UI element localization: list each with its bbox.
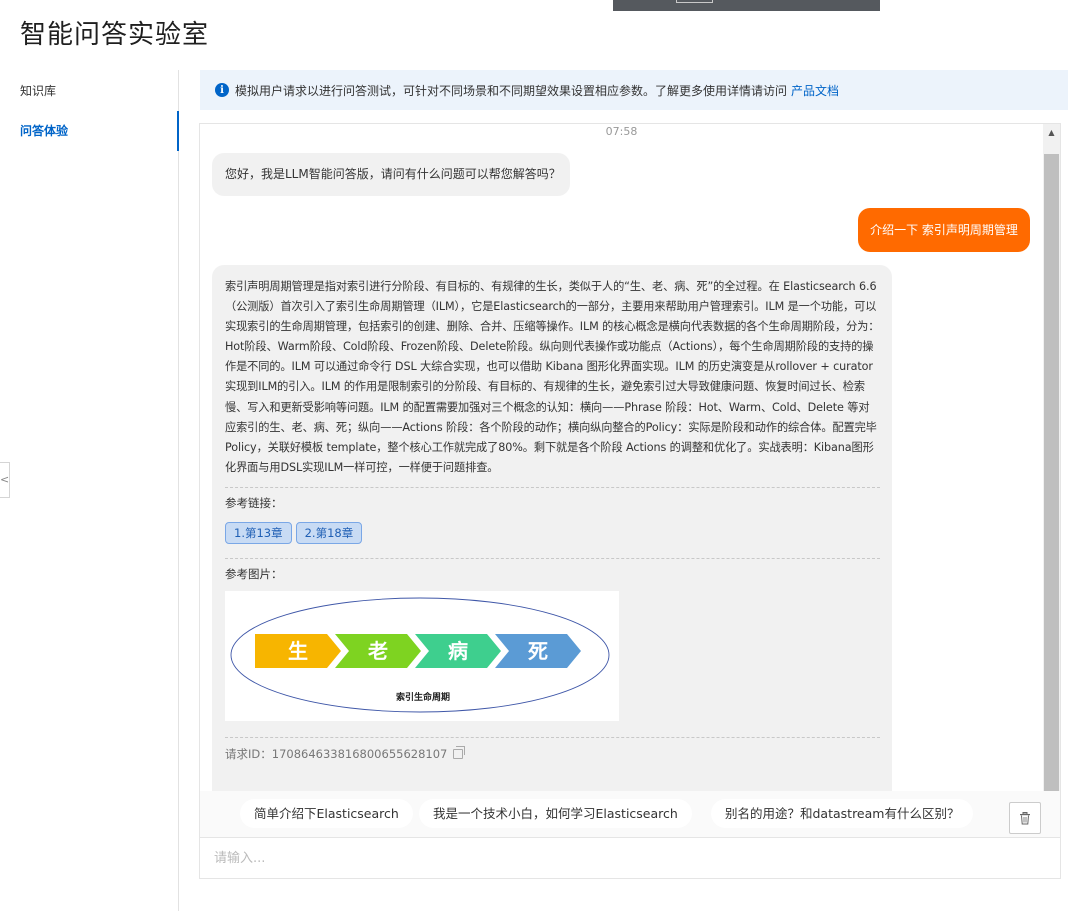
lifecycle-diagram: 生 老 病 死 索引生命周期 xyxy=(230,597,610,713)
copy-icon[interactable] xyxy=(453,745,466,759)
bot-greeting-message: 您好，我是LLM智能问答版，请问有什么问题可以帮您解答吗？ xyxy=(212,153,570,196)
reference-image[interactable]: 生 老 病 死 索引生命周期 xyxy=(225,590,619,721)
request-id-row: 请求ID： 17086463381680065562810​7 xyxy=(225,745,880,762)
answer-text: 索引声明周期管理是指对索引进行分阶段、有目标的、有规律的生长，类似于人的“生、老… xyxy=(225,280,880,474)
chat-message-list: 07:58 您好，我是LLM智能问答版，请问有什么问题可以帮您解答吗？ 介绍一下… xyxy=(200,124,1043,791)
info-notice: i 模拟用户请求以进行问答测试，可针对不同场景和不同期望效果设置相应参数。了解更… xyxy=(200,70,1068,110)
lifecycle-stage-label: 死 xyxy=(528,639,548,663)
scrollbar-thumb[interactable] xyxy=(1044,154,1059,791)
chat-input-area xyxy=(200,837,1060,878)
divider xyxy=(225,736,880,738)
sidebar-collapse-handle[interactable]: < xyxy=(0,462,10,498)
message-timestamp: 07:58 xyxy=(605,125,638,138)
divider xyxy=(225,557,880,559)
suggested-questions: 简单介绍下Elasticsearch 我是一个技术小白，如何学习Elastics… xyxy=(200,791,1060,837)
lifecycle-stage-label: 病 xyxy=(448,639,468,663)
user-message: 介绍一下 索引声明周期管理 xyxy=(858,208,1030,252)
bot-answer-message: 索引声明周期管理是指对索引进行分阶段、有目标的、有规律的生长，类似于人的“生、老… xyxy=(212,265,892,791)
sidebar-item-qa-experience[interactable]: 问答体验 xyxy=(0,111,179,151)
request-id-value: 17086463381680065562810​7 xyxy=(271,746,448,761)
lifecycle-stage-label: 老 xyxy=(368,639,388,663)
top-overlay-notch xyxy=(676,0,713,3)
top-overlay-bar xyxy=(613,0,880,11)
notice-text: 模拟用户请求以进行问答测试，可针对不同场景和不同期望效果设置相应参数。了解更多使… xyxy=(235,83,788,98)
diagram-caption: 索引生命周期 xyxy=(396,691,450,703)
reference-links-label: 参考链接： xyxy=(225,495,283,510)
reference-links: 1.第13章 2.第18章 xyxy=(225,521,880,544)
chat-panel: 07:58 您好，我是LLM智能问答版，请问有什么问题可以帮您解答吗？ 介绍一下… xyxy=(199,123,1061,879)
reference-link-chip[interactable]: 2.第18章 xyxy=(295,521,363,544)
suggested-question-chip[interactable]: 简单介绍下Elasticsearch xyxy=(240,799,413,828)
request-id-label: 请求ID： xyxy=(225,746,272,761)
chat-input[interactable] xyxy=(200,838,1060,878)
reference-link-chip[interactable]: 1.第13章 xyxy=(225,521,292,544)
suggested-question-chip[interactable]: 别名的用途？和datastream有什么区别？ xyxy=(711,799,974,828)
lifecycle-stage-label: 生 xyxy=(288,639,308,663)
trash-icon xyxy=(1020,811,1030,824)
chevron-left-icon: < xyxy=(0,473,10,486)
info-icon: i xyxy=(215,83,229,97)
page-title: 智能问答实验室 xyxy=(20,20,210,50)
suggested-question-chip[interactable]: 我是一个技术小白，如何学习Elasticsearch xyxy=(419,799,692,828)
scroll-up-arrow-icon[interactable]: ▲ xyxy=(1043,126,1060,140)
divider xyxy=(225,486,880,488)
chat-scrollbar[interactable]: ▲ xyxy=(1043,124,1060,791)
sidebar-item-knowledge-base[interactable]: 知识库 xyxy=(0,71,179,111)
product-docs-link[interactable]: 产品文档 xyxy=(791,82,839,99)
reference-images-label: 参考图片： xyxy=(225,566,283,581)
sidebar: 知识库 问答体验 xyxy=(0,70,179,911)
clear-chat-button[interactable] xyxy=(1009,802,1041,834)
